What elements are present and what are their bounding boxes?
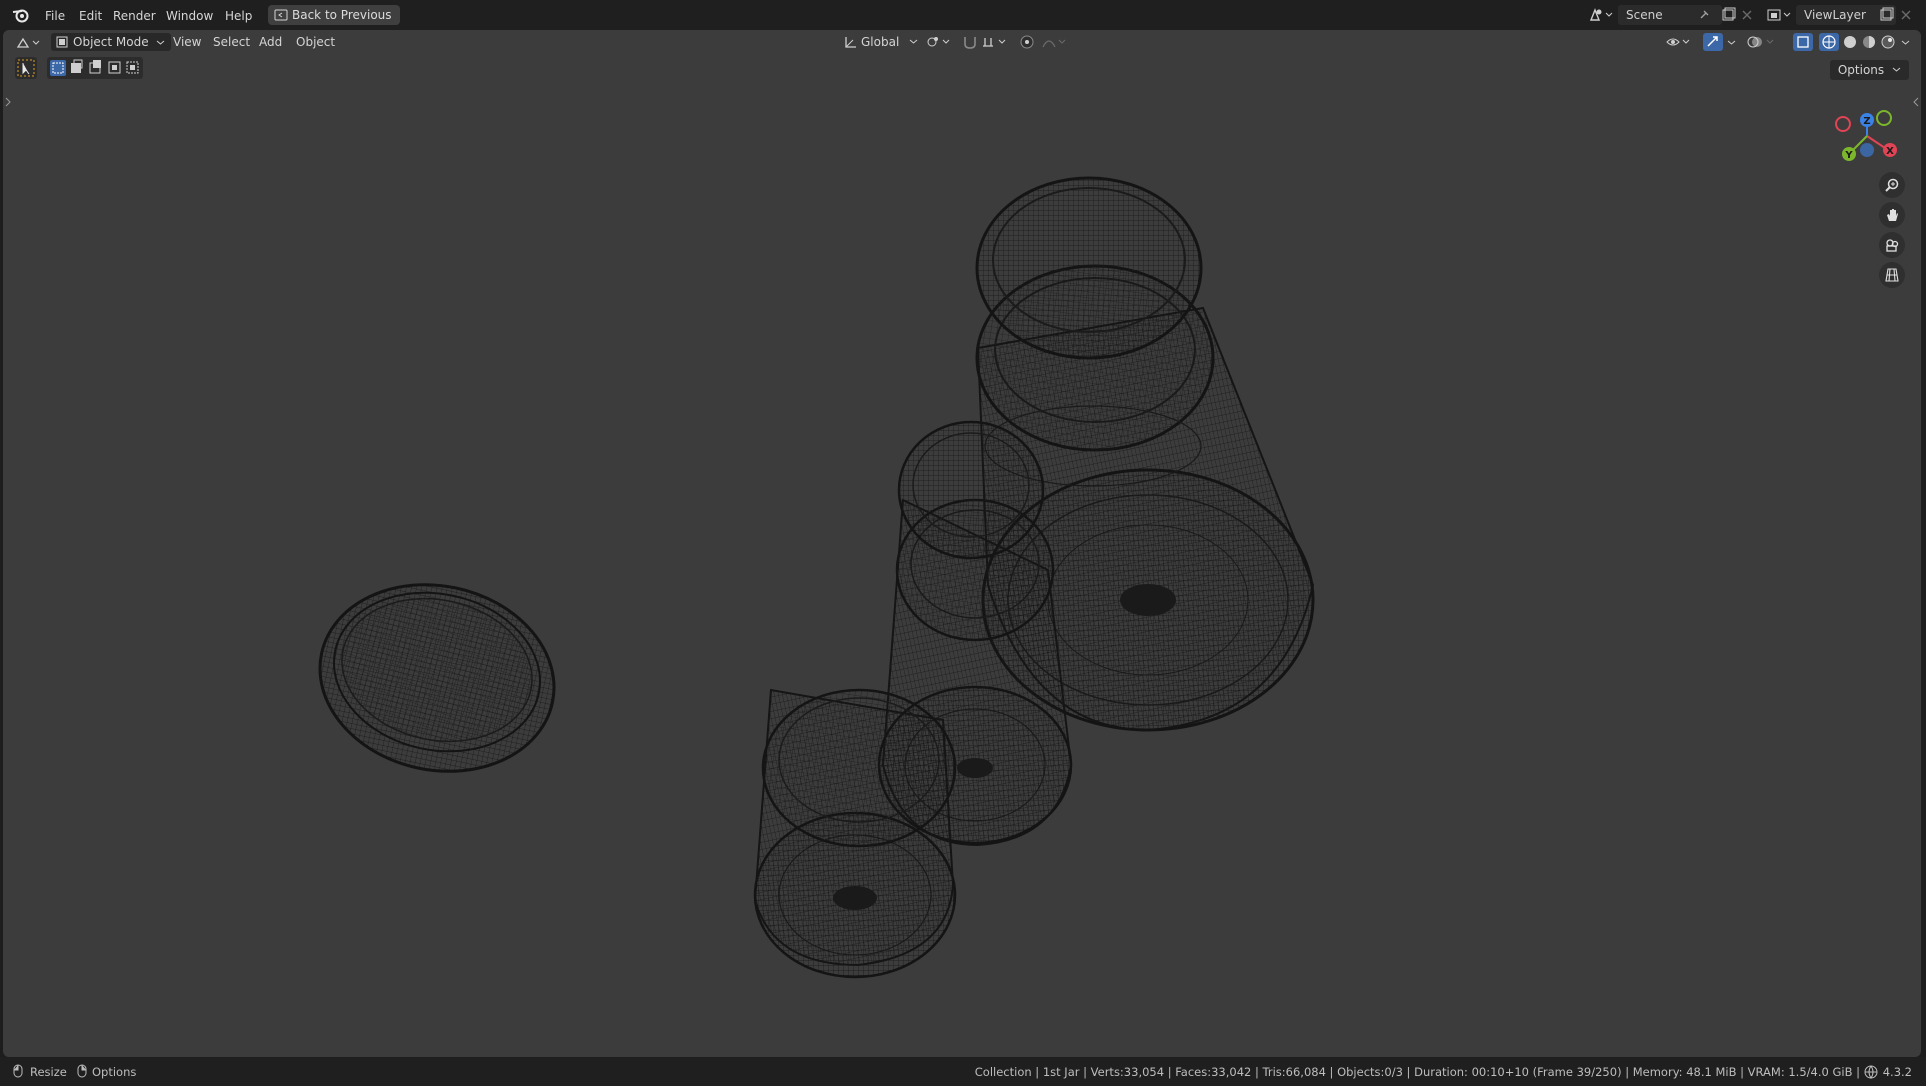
falloff-icon[interactable] — [1041, 34, 1069, 50]
object-mode-dropdown[interactable]: Object Mode — [51, 33, 171, 51]
status-options: Options — [92, 1065, 137, 1079]
camera-view-button[interactable] — [1879, 232, 1905, 258]
xray-icon[interactable] — [1793, 33, 1813, 51]
pan-button[interactable] — [1879, 202, 1905, 228]
back-icon — [274, 9, 288, 21]
scene-name: Scene — [1626, 8, 1663, 22]
status-bar: Resize Options Collection | 1st Jar | Ve… — [0, 1057, 1926, 1086]
shading-material-icon[interactable] — [1862, 35, 1876, 49]
options-dropdown[interactable]: Options — [1829, 60, 1909, 80]
gizmo-x-label: X — [1886, 146, 1894, 157]
viewport-header: Object Mode View Select Add Object Globa… — [3, 30, 1921, 54]
mouse-left-icon — [13, 1064, 23, 1078]
gizmo-toggle-icon[interactable] — [1703, 33, 1723, 51]
object-mode-label: Object Mode — [73, 35, 149, 49]
3d-viewport[interactable]: Object Mode View Select Add Object Globa… — [3, 30, 1921, 1057]
menu-window[interactable]: Window — [159, 7, 220, 25]
selection-modes-icon[interactable] — [47, 57, 143, 79]
network-icon — [1864, 1065, 1878, 1079]
delete-scene-icon[interactable] — [1740, 8, 1754, 22]
menu-help[interactable]: Help — [218, 7, 259, 25]
back-label: Back to Previous — [292, 8, 392, 22]
scene-statistics: Collection | 1st Jar | Verts:33,054 | Fa… — [974, 1065, 1860, 1079]
gizmo-z-label: Z — [1863, 116, 1870, 127]
menu-view[interactable]: View — [173, 33, 201, 51]
navigation-gizmo[interactable]: Z X Y — [1827, 98, 1907, 168]
status-resize: Resize — [30, 1065, 67, 1079]
small-jar-wireframe[interactable] — [753, 688, 957, 979]
transform-orientation-dropdown[interactable]: Global — [841, 33, 918, 51]
toolbar-expand-icon[interactable] — [4, 96, 12, 108]
menu-file[interactable]: File — [38, 7, 72, 25]
zoom-button[interactable] — [1879, 172, 1905, 198]
pin-icon[interactable] — [1697, 8, 1711, 22]
jar-lid-wireframe[interactable] — [302, 563, 571, 792]
visibility-icon[interactable] — [1665, 34, 1693, 50]
back-to-previous-button[interactable]: Back to Previous — [268, 5, 400, 25]
shading-wireframe-icon[interactable] — [1819, 33, 1839, 51]
proportional-editing-icon[interactable] — [1019, 34, 1035, 50]
hand-icon — [1887, 209, 1898, 221]
menu-render[interactable]: Render — [106, 7, 163, 25]
chevron-down-icon — [909, 39, 918, 44]
top-bar: File Edit Render Window Help Back to Pre… — [0, 0, 1926, 30]
new-scene-icon[interactable] — [1720, 7, 1736, 23]
orientation-icon — [845, 37, 856, 48]
menu-add[interactable]: Add — [259, 33, 282, 51]
chevron-down-icon[interactable] — [1727, 38, 1736, 47]
chevron-down-icon — [156, 40, 164, 45]
select-tool-icon[interactable] — [15, 57, 37, 79]
blender-logo-icon[interactable] — [12, 7, 30, 23]
object-mode-icon — [56, 36, 68, 48]
shading-rendered-icon[interactable] — [1881, 35, 1895, 49]
snap-icon[interactable] — [961, 34, 979, 50]
shading-solid-icon[interactable] — [1843, 35, 1857, 49]
chevron-down-icon — [1892, 67, 1901, 72]
view-layer-name: ViewLayer — [1804, 8, 1866, 22]
mouse-right-icon — [77, 1064, 87, 1078]
editor-type-icon[interactable] — [15, 35, 43, 51]
camera-icon — [1886, 239, 1899, 252]
scene-icon[interactable] — [1588, 7, 1614, 23]
grid-icon — [1885, 268, 1899, 282]
menu-edit[interactable]: Edit — [72, 7, 109, 25]
zoom-icon — [1885, 178, 1899, 192]
view-layer-icon[interactable] — [1766, 7, 1792, 23]
perspective-toggle-button[interactable] — [1879, 262, 1905, 288]
delete-view-layer-icon[interactable] — [1899, 8, 1913, 22]
options-label: Options — [1837, 63, 1885, 77]
snap-target-icon[interactable] — [981, 34, 1009, 50]
chevron-down-icon[interactable] — [1901, 38, 1910, 47]
menu-select[interactable]: Select — [213, 33, 250, 51]
pivot-point-icon[interactable] — [925, 34, 953, 50]
wireframe-scene[interactable] — [3, 30, 1921, 1057]
orientation-label: Global — [861, 35, 900, 49]
menu-object[interactable]: Object — [296, 33, 335, 51]
gizmo-y-label: Y — [1844, 150, 1853, 161]
overlays-icon[interactable] — [1747, 34, 1777, 50]
sidebar-expand-icon[interactable] — [1912, 96, 1920, 108]
new-view-layer-icon[interactable] — [1878, 7, 1894, 23]
version-label: 4.3.2 — [1882, 1065, 1912, 1079]
